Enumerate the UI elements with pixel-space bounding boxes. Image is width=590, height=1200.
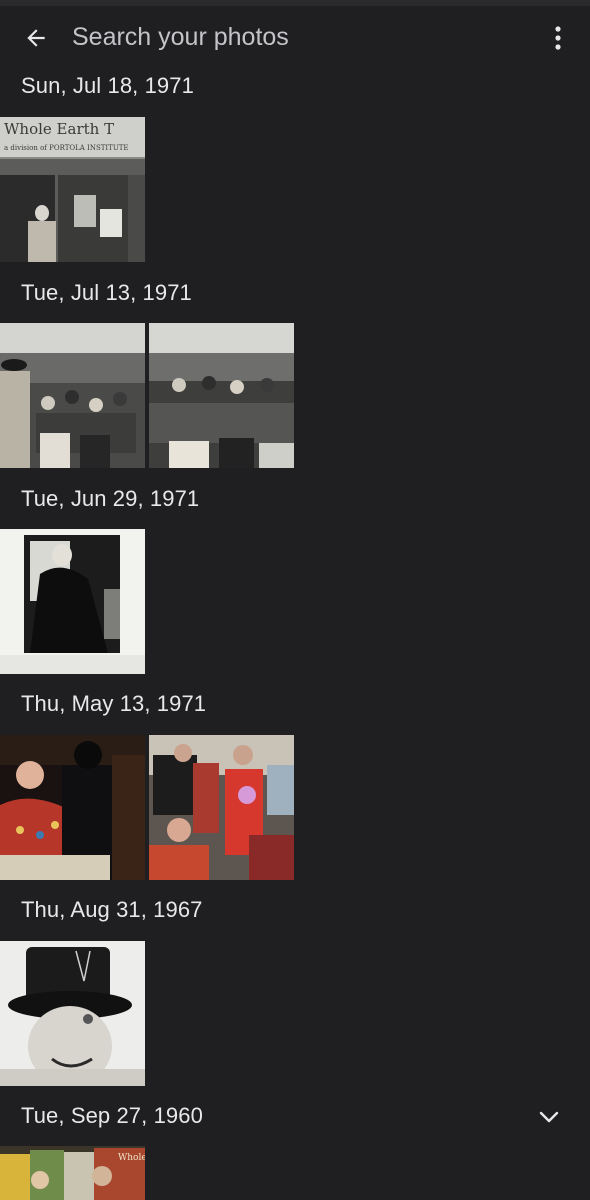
photo-thumbnail[interactable] [0, 529, 145, 674]
chevron-down-icon [539, 1111, 559, 1123]
date-header: Thu, Aug 31, 1967 [21, 897, 203, 922]
expand-button[interactable] [532, 1100, 566, 1134]
photo-thumbnail[interactable] [0, 323, 145, 468]
date-header: Tue, Jun 29, 1971 [21, 486, 200, 511]
photo-thumbnail[interactable] [0, 941, 145, 1086]
search-input[interactable] [72, 20, 492, 54]
back-button[interactable] [14, 18, 58, 58]
date-header: Thu, May 13, 1971 [21, 691, 207, 716]
search-header [0, 6, 590, 68]
sign-text: Whole Earth T [4, 120, 114, 138]
more-options-button[interactable] [540, 18, 576, 58]
photo-thumbnail[interactable]: Whole Earth T a division of PORTOLA INST… [0, 117, 145, 262]
photo-thumbnail[interactable]: Whole Ea [0, 1146, 145, 1200]
photo-thumbnail[interactable] [149, 735, 294, 880]
date-header: Tue, Sep 27, 1960 [21, 1103, 203, 1128]
arrow-left-icon [27, 29, 45, 47]
date-header: Sun, Jul 18, 1971 [21, 73, 194, 98]
sign-subtext: a division of PORTOLA INSTITUTE [4, 144, 129, 152]
date-header: Tue, Jul 13, 1971 [21, 280, 192, 305]
more-vert-icon [555, 26, 561, 50]
photo-thumbnail[interactable] [149, 323, 294, 468]
cover-text: Whole Ea [118, 1153, 145, 1163]
photo-thumbnail[interactable] [0, 735, 145, 880]
